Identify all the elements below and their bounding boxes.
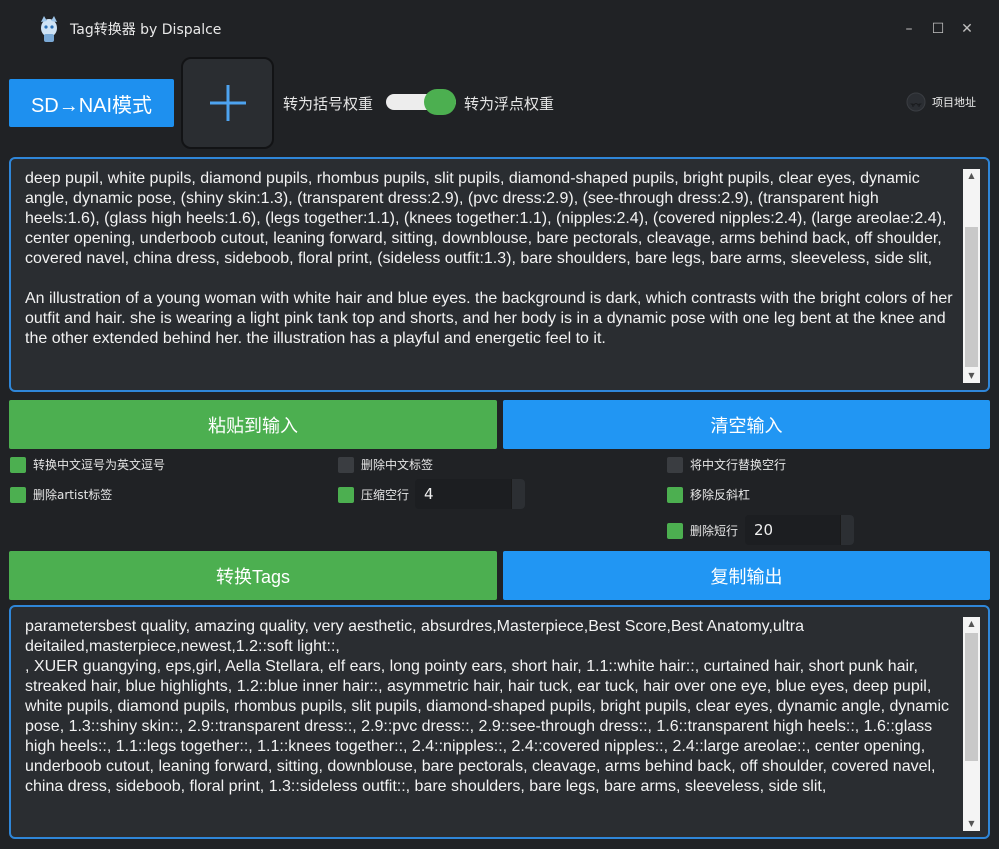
option-remove-artist[interactable]: 删除artist标签 [10, 486, 112, 503]
checkbox-cn-newline[interactable] [667, 456, 683, 473]
maximize-button[interactable]: ☐ [927, 18, 949, 40]
title-bar: Tag转换器 by Dispalce – ☐ ✕ [0, 0, 999, 58]
option-remove-backslash-label: 移除反斜杠 [690, 488, 751, 502]
add-button[interactable] [181, 57, 274, 149]
option-cn-newline-label: 将中文行替换空行 [690, 458, 787, 472]
option-remove-cn-tags-label: 删除中文标签 [361, 458, 434, 472]
switch-knob [424, 89, 456, 115]
option-compress-blank[interactable]: 压缩空行 [338, 486, 409, 503]
scroll-up-icon[interactable]: ▲ [963, 617, 980, 631]
remove-short-spinbox[interactable]: 20 [745, 515, 854, 545]
option-remove-backslash[interactable]: 移除反斜杠 [667, 486, 750, 503]
checkbox-remove-cn-tags[interactable] [338, 456, 354, 473]
checkbox-remove-artist[interactable] [10, 486, 26, 503]
paste-button[interactable]: 粘贴到输入 [9, 400, 497, 449]
option-remove-short[interactable]: 删除短行 [667, 522, 738, 539]
option-remove-cn-tags[interactable]: 删除中文标签 [338, 456, 433, 473]
scroll-thumb[interactable] [965, 633, 978, 761]
bracket-weight-label: 转为括号权重 [283, 95, 374, 113]
float-weight-label: 转为浮点权重 [464, 95, 555, 113]
option-compress-blank-label: 压缩空行 [361, 488, 410, 502]
checkbox-comma[interactable] [10, 456, 26, 473]
checkbox-compress-blank[interactable] [338, 486, 354, 503]
option-cn-newline[interactable]: 将中文行替换空行 [667, 456, 786, 473]
minimize-button[interactable]: – [898, 18, 920, 40]
window-title: Tag转换器 by Dispalce [70, 22, 222, 38]
project-link[interactable]: 项目地址 [906, 92, 976, 112]
input-textarea[interactable]: deep pupil, white pupils, diamond pupils… [9, 157, 990, 392]
option-comma[interactable]: 转换中文逗号为英文逗号 [10, 456, 165, 473]
project-link-label: 项目地址 [932, 96, 976, 109]
remove-short-value: 20 [754, 521, 774, 539]
compress-blank-value: 4 [424, 485, 434, 503]
checkbox-remove-backslash[interactable] [667, 486, 683, 503]
weight-mode-switch[interactable] [386, 89, 456, 115]
option-remove-short-label: 删除短行 [690, 524, 739, 538]
close-button[interactable]: ✕ [956, 18, 978, 40]
option-remove-artist-label: 删除artist标签 [33, 488, 113, 502]
spinbox-arrows[interactable] [840, 515, 854, 545]
input-scrollbar[interactable]: ▲ ▼ [963, 169, 980, 383]
compress-blank-spinbox[interactable]: 4 [415, 479, 525, 509]
clear-button[interactable]: 清空输入 [503, 400, 990, 449]
scroll-up-icon[interactable]: ▲ [963, 169, 980, 183]
spinbox-arrows[interactable] [511, 479, 525, 509]
plus-icon [209, 85, 246, 121]
mode-toggle-button[interactable]: SD→NAI模式 [9, 79, 174, 127]
convert-button[interactable]: 转换Tags [9, 551, 497, 600]
output-textarea[interactable]: parametersbest quality, amazing quality,… [9, 605, 990, 839]
output-text: parametersbest quality, amazing quality,… [25, 618, 950, 795]
scroll-thumb[interactable] [965, 227, 978, 367]
app-logo-icon [41, 16, 57, 42]
copy-button[interactable]: 复制输出 [503, 551, 990, 600]
checkbox-remove-short[interactable] [667, 522, 683, 539]
scroll-down-icon[interactable]: ▼ [963, 817, 980, 831]
option-comma-label: 转换中文逗号为英文逗号 [33, 458, 166, 472]
output-scrollbar[interactable]: ▲ ▼ [963, 617, 980, 831]
input-text: deep pupil, white pupils, diamond pupils… [25, 170, 953, 347]
github-icon [906, 92, 926, 112]
scroll-down-icon[interactable]: ▼ [963, 369, 980, 383]
